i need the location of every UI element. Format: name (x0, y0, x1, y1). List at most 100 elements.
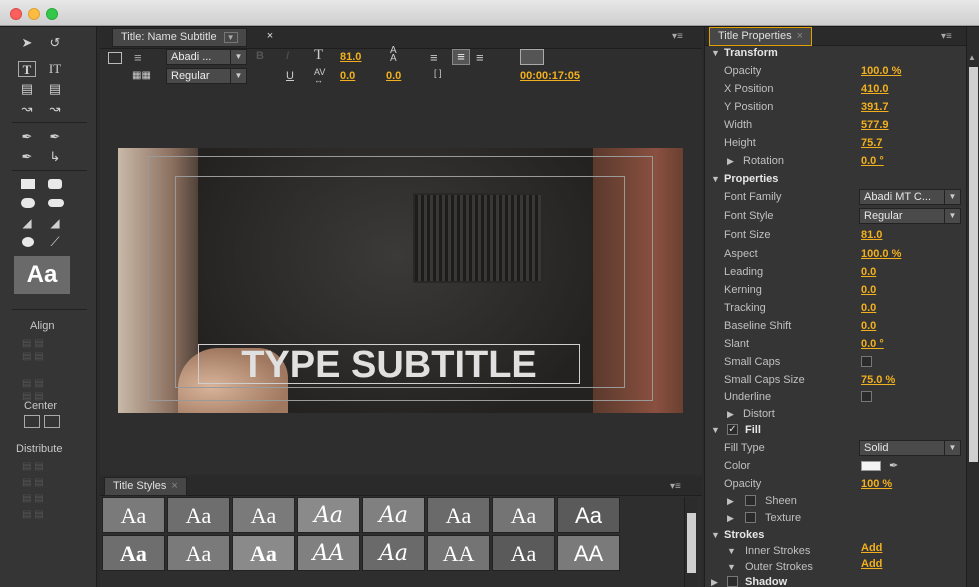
vertical-area-type-tool-icon[interactable]: ▤ (46, 81, 64, 97)
y-position-value[interactable]: 391.7 (861, 98, 889, 116)
style-swatch[interactable]: Aa (232, 535, 295, 571)
x-position-value[interactable]: 410.0 (861, 80, 889, 98)
center-vertical-icon[interactable] (44, 415, 60, 428)
expanded-triangle-icon[interactable]: ▼ (711, 421, 720, 439)
align-buttons[interactable]: ▤ ▤ ▤ ▤ (22, 337, 72, 367)
collapsed-triangle-icon[interactable]: ▶ (727, 492, 734, 510)
properties-section[interactable]: Properties (724, 170, 778, 188)
close-icon[interactable]: × (262, 28, 278, 47)
align-center-icon[interactable]: ≡ (452, 49, 470, 65)
chevron-down-icon[interactable]: ▼ (223, 32, 238, 43)
new-title-icon[interactable] (108, 52, 122, 64)
font-size-value[interactable]: 81.0 (340, 51, 361, 63)
style-swatch[interactable]: Aa (492, 535, 555, 571)
style-swatch[interactable]: Aa (167, 497, 230, 533)
show-background-video-icon[interactable] (520, 49, 544, 65)
vertical-path-type-tool-icon[interactable]: ↝ (46, 101, 64, 117)
distribute-buttons[interactable]: ▤ ▤ ▤ ▤ ▤ ▤ ▤ ▤ (22, 459, 72, 529)
fill-section[interactable]: Fill (745, 421, 761, 439)
scroll-thumb[interactable] (687, 513, 696, 573)
center-horizontal-icon[interactable] (24, 415, 40, 428)
align-left-icon[interactable]: ≡ (430, 50, 438, 65)
rotation-value[interactable]: 0.0 ° (861, 152, 884, 170)
kerning-value[interactable]: 0.0 (861, 281, 876, 299)
rectangle-tool-icon[interactable] (21, 179, 35, 189)
add-anchor-tool-icon[interactable]: ✒ (18, 149, 36, 165)
properties-scrollbar[interactable]: ▲ (966, 27, 979, 587)
zoom-window-button[interactable] (46, 8, 58, 20)
kerning-value[interactable]: 0.0 (340, 70, 355, 82)
subtitle-text-box[interactable]: TYPE SUBTITLE (198, 344, 580, 385)
timecode-value[interactable]: 00:00:17:05 (520, 70, 580, 82)
rotation-tool-icon[interactable]: ↺ (46, 35, 64, 51)
delete-anchor-tool-icon[interactable]: ✒ (46, 129, 64, 145)
style-swatch[interactable]: Aa (102, 535, 165, 571)
minimize-window-button[interactable] (28, 8, 40, 20)
wedge-tool-icon[interactable]: ◢ (18, 215, 36, 231)
scroll-thumb[interactable] (969, 67, 978, 462)
vertical-type-tool-icon[interactable]: IT (46, 61, 64, 77)
underline-checkbox[interactable] (861, 391, 872, 402)
texture-checkbox[interactable] (745, 512, 756, 523)
style-swatch[interactable]: Aa (102, 497, 165, 533)
small-caps-checkbox[interactable] (861, 356, 872, 367)
expanded-triangle-icon[interactable]: ▼ (711, 44, 720, 62)
collapsed-triangle-icon[interactable]: ▶ (727, 509, 734, 527)
path-type-tool-icon[interactable]: ↝ (18, 101, 36, 117)
fill-type-dropdown[interactable]: Solid ▼ (859, 440, 961, 456)
panel-menu-icon[interactable]: ▾≡ (672, 31, 683, 42)
fill-color-swatch[interactable] (861, 461, 881, 471)
sheen-checkbox[interactable] (745, 495, 756, 506)
collapsed-triangle-icon[interactable]: ▶ (711, 573, 718, 587)
italic-icon[interactable]: I (286, 50, 289, 62)
tracking-value[interactable]: 0.0 (861, 299, 876, 317)
font-family-dropdown[interactable]: Abadi ... ▼ (166, 49, 247, 65)
style-swatch[interactable]: Aa (427, 497, 490, 533)
style-swatch[interactable]: Aa (232, 497, 295, 533)
eyedropper-icon[interactable]: ✒ (889, 457, 898, 475)
style-swatch[interactable]: Aa (557, 497, 620, 533)
close-icon[interactable]: × (171, 480, 177, 492)
slant-value[interactable]: 0.0 ° (861, 335, 884, 353)
width-value[interactable]: 577.9 (861, 116, 889, 134)
templates-icon[interactable]: ▦▦ (132, 70, 151, 81)
scroll-up-icon[interactable]: ▲ (968, 53, 978, 63)
type-tool-icon[interactable]: T (18, 61, 36, 77)
title-canvas[interactable]: TYPE SUBTITLE (118, 148, 683, 413)
font-family-dropdown[interactable]: Abadi MT C... ▼ (859, 189, 961, 205)
panel-menu-icon[interactable]: ▾≡ (670, 481, 681, 492)
area-type-tool-icon[interactable]: ▤ (18, 81, 36, 97)
tab-title-name-subtitle[interactable]: Title: Name Subtitle ▼ (112, 28, 247, 47)
underline-icon[interactable]: U (286, 70, 294, 82)
style-swatch[interactable]: Aa (362, 497, 425, 533)
convert-anchor-tool-icon[interactable]: ↳ (46, 149, 64, 165)
collapsed-triangle-icon[interactable]: ▶ (727, 152, 734, 170)
arc-tool-icon[interactable]: ◢ (46, 215, 64, 231)
selection-tool-icon[interactable]: ➤ (18, 35, 36, 51)
style-swatch[interactable]: Aa (167, 535, 230, 571)
style-swatch[interactable]: AA (297, 535, 360, 571)
roll-crawl-options-icon[interactable]: ≡ (134, 50, 142, 65)
styles-scrollbar[interactable] (684, 497, 698, 587)
bold-icon[interactable]: B (256, 50, 264, 62)
tab-title-styles[interactable]: Title Styles × (104, 477, 187, 496)
shadow-section[interactable]: Shadow (745, 573, 787, 587)
style-swatch[interactable]: Aa (297, 497, 360, 533)
clipped-corner-rectangle-tool-icon[interactable] (48, 179, 62, 189)
opacity-value[interactable]: 100.0 % (861, 62, 901, 80)
font-style-dropdown[interactable]: Regular ▼ (166, 68, 247, 84)
outer-strokes-add-link[interactable]: Add (861, 555, 882, 573)
leading-value[interactable]: 0.0 (861, 263, 876, 281)
close-icon[interactable]: × (797, 30, 803, 42)
style-swatch[interactable]: AA (427, 535, 490, 571)
font-style-dropdown[interactable]: Regular ▼ (859, 208, 961, 224)
shadow-checkbox[interactable] (727, 576, 738, 587)
line-tool-icon[interactable]: ⟋ (46, 234, 64, 250)
style-swatch[interactable]: Aa (492, 497, 555, 533)
leading-value[interactable]: 0.0 (386, 70, 401, 82)
ellipse-tool-icon[interactable] (22, 237, 34, 247)
font-size-value[interactable]: 81.0 (861, 226, 882, 244)
baseline-shift-value[interactable]: 0.0 (861, 317, 876, 335)
height-value[interactable]: 75.7 (861, 134, 882, 152)
aspect-value[interactable]: 100.0 % (861, 245, 901, 263)
